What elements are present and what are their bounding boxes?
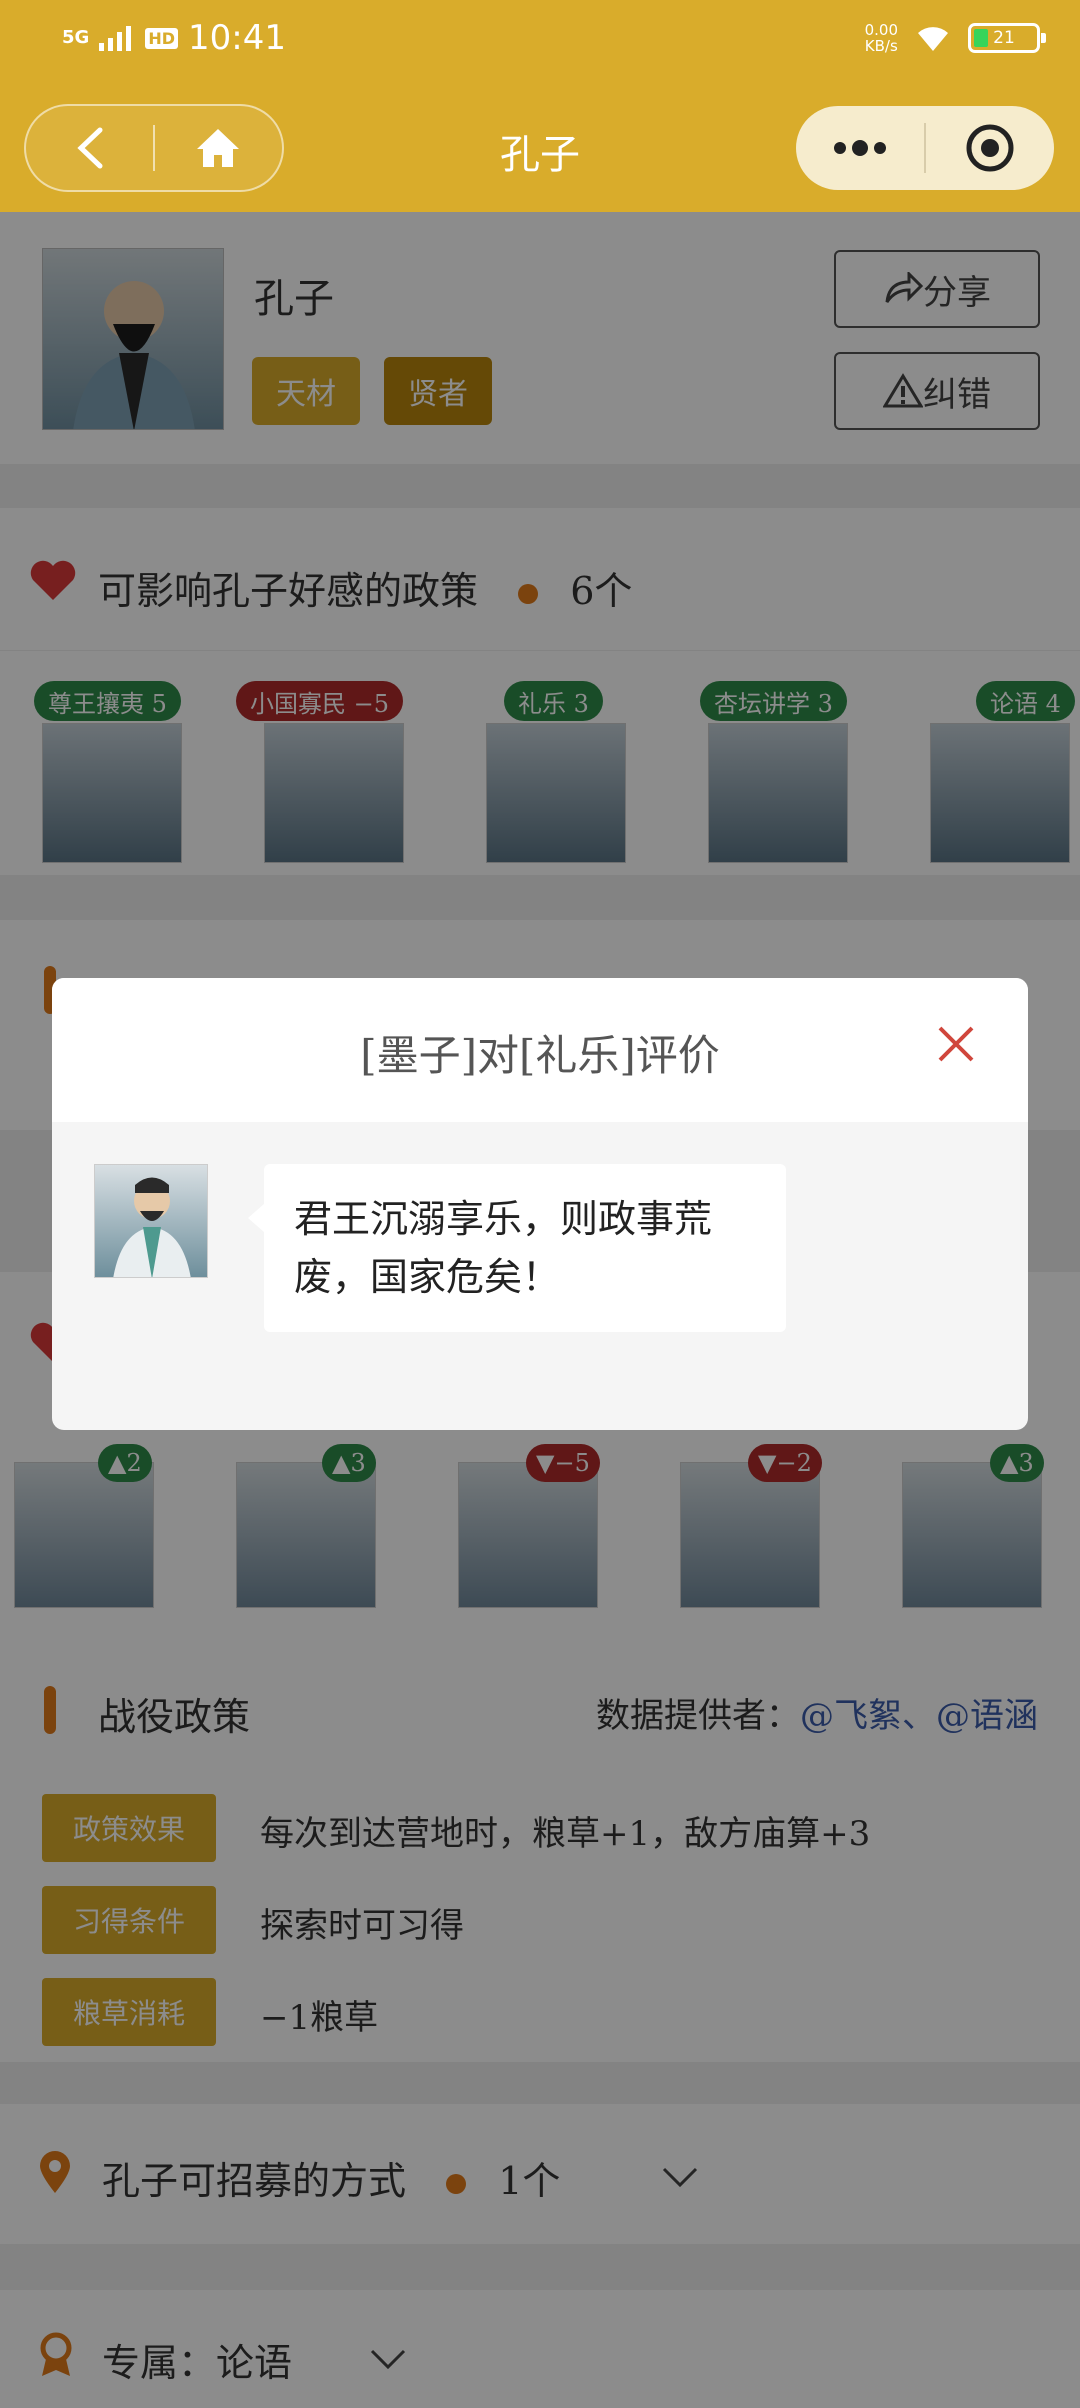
net-speed: 0.00 KB/s bbox=[864, 21, 898, 55]
more-dots-icon bbox=[834, 140, 886, 156]
wifi-icon bbox=[918, 27, 948, 51]
quote-bubble: 君王沉溺享乐，则政事荒废，国家危矣！ bbox=[248, 1164, 786, 1332]
top-bar: 5G HD 10:41 0.00 KB/s 21 孔子 bbox=[0, 0, 1080, 212]
modal-header: [墨子]对[礼乐]评价 bbox=[52, 978, 1028, 1122]
speaker-avatar bbox=[94, 1164, 208, 1278]
signal-icon bbox=[99, 26, 132, 51]
close-miniapp-button[interactable] bbox=[926, 123, 1054, 173]
miniapp-capsule bbox=[796, 106, 1054, 190]
hd-badge: HD bbox=[145, 27, 178, 49]
clock: 10:41 bbox=[187, 18, 286, 58]
close-button[interactable] bbox=[936, 1024, 976, 1068]
evaluation-modal: [墨子]对[礼乐]评价 君王沉溺享乐，则政事荒废，国家危矣！ bbox=[52, 978, 1028, 1430]
network-indicator: 5G bbox=[62, 27, 90, 48]
battery-icon: 21 bbox=[968, 23, 1046, 53]
modal-title: [墨子]对[礼乐]评价 bbox=[360, 1031, 720, 1080]
target-icon bbox=[966, 124, 1014, 172]
close-icon bbox=[938, 1026, 974, 1062]
status-bar: 5G HD 10:41 0.00 KB/s 21 bbox=[0, 0, 1080, 76]
more-button[interactable] bbox=[796, 140, 924, 156]
portrait-icon bbox=[113, 1177, 191, 1277]
